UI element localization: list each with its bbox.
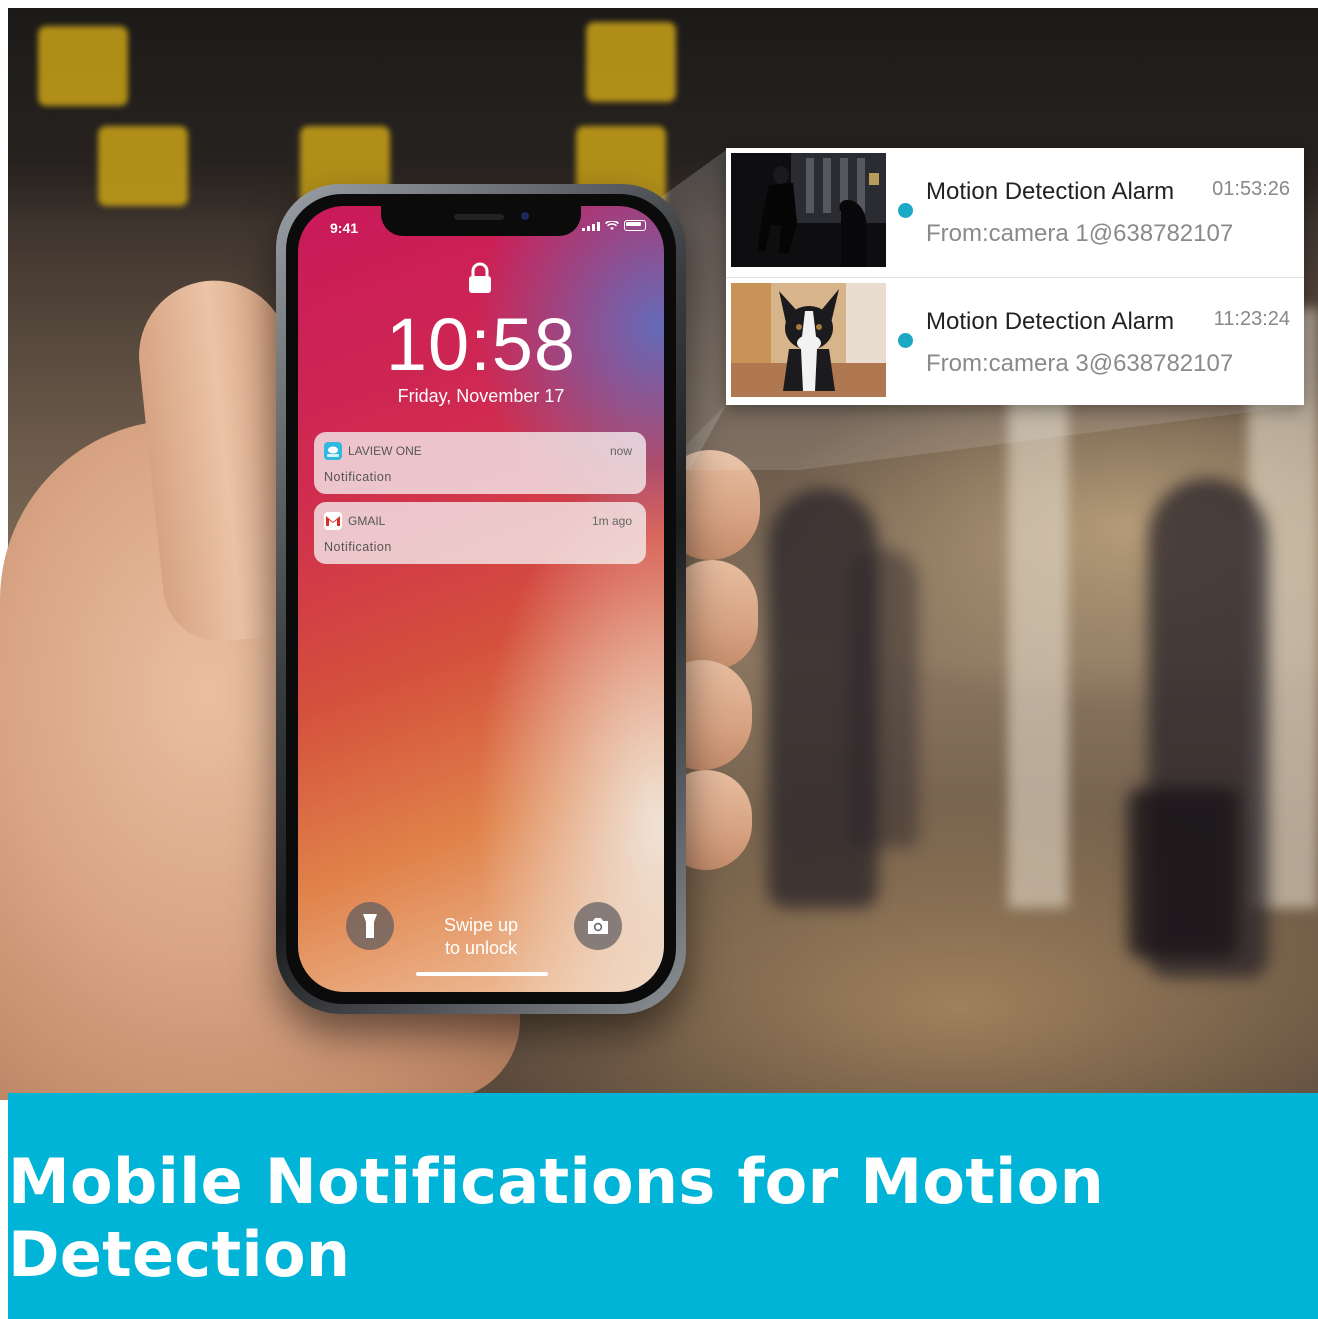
lock-icon <box>469 262 491 293</box>
unread-dot <box>898 203 913 218</box>
alarm-source: From:camera 3@638782107 <box>926 350 1234 377</box>
status-icons <box>582 220 646 231</box>
home-indicator[interactable] <box>416 972 548 976</box>
alarm-title: Motion Detection Alarm <box>926 178 1175 205</box>
notification-app-name: LAVIEW ONE <box>348 444 422 458</box>
notification-time: now <box>609 444 632 458</box>
alarm-item[interactable]: Motion Detection Alarm 11:23:24 From:cam… <box>726 277 1304 406</box>
status-time: 9:41 <box>330 220 359 236</box>
alarm-notification-panel: Motion Detection Alarm 01:53:26 From:cam… <box>726 148 1304 405</box>
battery-icon <box>624 220 646 231</box>
alarm-source: From:camera 1@638782107 <box>926 220 1234 247</box>
notification-app-name: GMAIL <box>348 514 386 528</box>
front-camera <box>521 212 529 220</box>
lock-notification-laview[interactable]: LAVIEW ONE now Notification <box>314 432 646 494</box>
notification-body: Notification <box>324 470 392 484</box>
gmail-app-icon <box>324 512 342 530</box>
lock-screen[interactable]: 9:41 10:58 Friday, November 17 LAVIEW ON… <box>298 206 664 992</box>
notification-body: Notification <box>324 540 392 554</box>
alarm-item[interactable]: Motion Detection Alarm 01:53:26 From:cam… <box>726 148 1304 276</box>
notch <box>381 206 581 236</box>
caption-text: Mobile Notifications for Motion Detectio… <box>8 1145 1105 1291</box>
wifi-icon <box>605 221 619 230</box>
lock-notification-gmail[interactable]: GMAIL 1m ago Notification <box>314 502 646 564</box>
dog-snapshot <box>731 283 886 397</box>
speaker <box>454 214 504 220</box>
lock-clock: 10:58 <box>385 303 577 386</box>
unread-dot <box>898 333 913 348</box>
alarm-time: 11:23:24 <box>1213 308 1290 330</box>
lock-date: Friday, November 17 <box>397 386 565 406</box>
alarm-title: Motion Detection Alarm <box>926 308 1175 335</box>
camera-button[interactable] <box>574 902 622 950</box>
signal-icon <box>582 222 600 231</box>
notification-time: 1m ago <box>591 514 632 528</box>
alarm-time: 01:53:26 <box>1212 178 1290 200</box>
caption-banner: Mobile Notifications for Motion Detectio… <box>8 1093 1318 1319</box>
camera-icon <box>588 918 608 934</box>
laview-one-app-icon <box>324 442 342 460</box>
intruder-snapshot <box>731 153 886 267</box>
